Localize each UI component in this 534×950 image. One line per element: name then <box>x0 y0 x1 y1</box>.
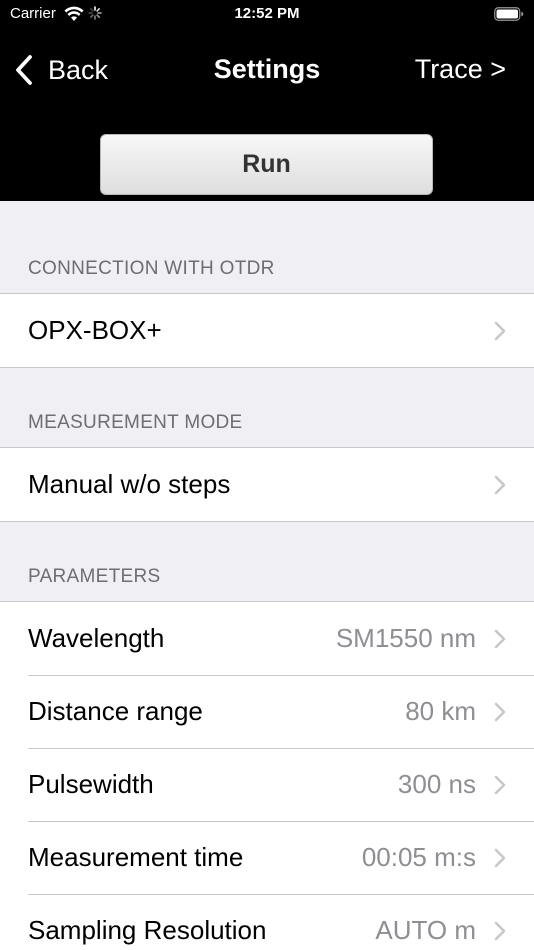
chevron-left-icon <box>16 55 32 85</box>
row-label: Wavelength <box>28 623 165 653</box>
list-item-measurement-mode[interactable]: Manual w/o steps <box>0 448 534 521</box>
list-item-distance-range[interactable]: Distance range 80 km <box>0 675 534 748</box>
row-label: Manual w/o steps <box>28 469 231 499</box>
list-item-connection-device[interactable]: OPX-BOX+ <box>0 294 534 367</box>
header: Carrier 12:52 PM Back Settings Trace > R… <box>0 0 534 201</box>
row-value: 300 ns <box>397 769 476 799</box>
row-value: SM1550 nm <box>335 623 476 653</box>
back-button[interactable]: Back <box>14 52 108 88</box>
chevron-right-icon <box>494 702 506 721</box>
back-button-label: Back <box>48 54 109 85</box>
chevron-right-icon <box>494 321 506 340</box>
chevron-right-icon <box>494 921 506 940</box>
row-label: Sampling Resolution <box>28 915 267 945</box>
list-item-sampling-resolution[interactable]: Sampling Resolution AUTO m <box>0 894 534 950</box>
parameters-group: Wavelength SM1550 nm Distance range 80 k… <box>0 601 534 950</box>
chevron-right-icon <box>494 775 506 794</box>
chevron-right-icon <box>494 475 506 494</box>
status-bar: Carrier 12:52 PM <box>0 0 534 28</box>
connection-group: OPX-BOX+ <box>0 293 534 368</box>
row-value: 00:05 m:s <box>361 842 476 872</box>
row-label: Distance range <box>28 696 203 726</box>
list-item-wavelength[interactable]: Wavelength SM1550 nm <box>0 602 534 675</box>
row-value: AUTO m <box>375 915 476 945</box>
chevron-right-icon <box>494 629 506 648</box>
section-header-measurement-mode: MEASUREMENT MODE <box>28 412 243 433</box>
battery-icon <box>494 7 524 21</box>
row-value: 80 km <box>405 696 476 726</box>
row-label: Pulsewidth <box>28 769 154 799</box>
list-item-measurement-time[interactable]: Measurement time 00:05 m:s <box>0 821 534 894</box>
section-header-connection: CONNECTION WITH OTDR <box>28 258 275 279</box>
row-label: OPX-BOX+ <box>28 315 162 345</box>
chevron-right-icon <box>494 848 506 867</box>
trace-button[interactable]: Trace > <box>415 54 506 85</box>
row-label: Measurement time <box>28 842 244 872</box>
list-item-pulsewidth[interactable]: Pulsewidth 300 ns <box>0 748 534 821</box>
section-header-parameters: PARAMETERS <box>28 566 161 587</box>
settings-screen: Carrier 12:52 PM Back Settings Trace > R… <box>0 0 534 950</box>
status-time: 12:52 PM <box>234 5 300 22</box>
navigation-bar: Back Settings Trace > <box>0 40 534 100</box>
run-button[interactable]: Run <box>100 134 433 195</box>
measurement-mode-group: Manual w/o steps <box>0 447 534 522</box>
